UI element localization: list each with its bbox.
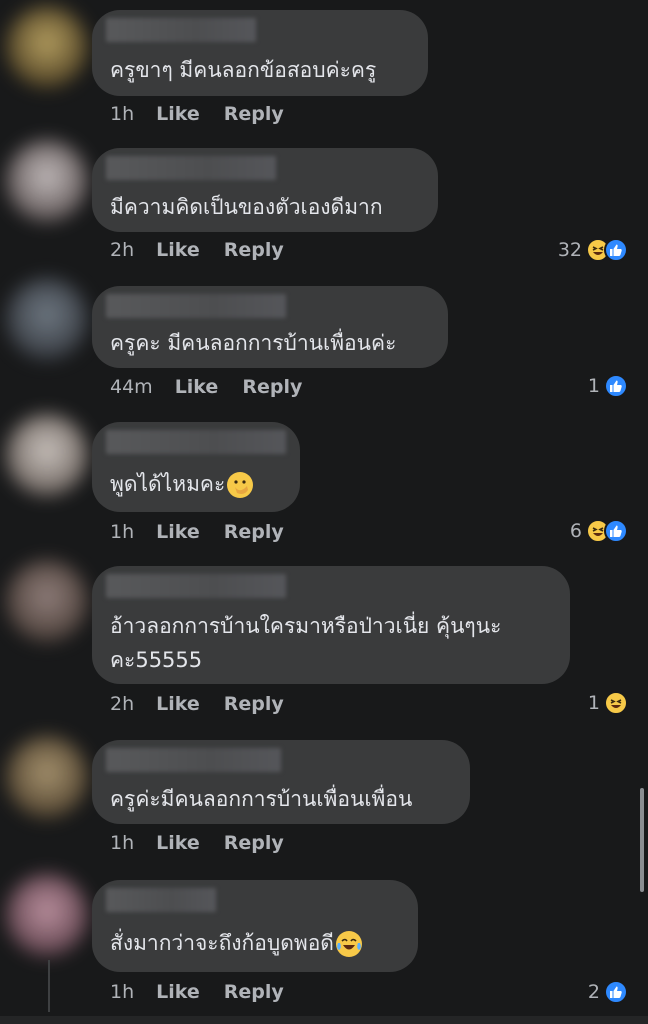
comment-time[interactable]: 1h [110,981,134,1003]
comment-actions: 1h Like Reply [110,99,308,129]
reaction-summary[interactable]: 2 [588,977,628,1007]
reaction-count: 1 [587,375,600,397]
thumbs-up-icon [604,238,628,262]
like-button[interactable]: Like [156,981,200,1003]
commenter-name[interactable] [106,888,216,912]
comment-actions: 1h Like Reply [110,977,308,1007]
avatar[interactable] [6,874,88,956]
face-with-hand-over-mouth-icon [227,472,254,498]
reaction-summary[interactable]: 32 [558,235,628,265]
thumbs-up-icon [604,374,628,398]
comment-time[interactable]: 1h [110,832,134,854]
avatar[interactable] [6,414,88,496]
reply-button[interactable]: Reply [224,521,284,543]
comment-actions: 44m Like Reply [110,372,326,402]
avatar[interactable] [6,736,88,818]
bottom-edge [0,1016,648,1024]
reaction-count: 6 [569,520,582,542]
comment-bubble: มีความคิดเป็นของตัวเองดีมาก [92,148,438,232]
thumbs-up-icon [604,519,628,543]
comment-text: พูดได้ไหมคะ [110,472,226,496]
comment-text: ครูขาๆ มีคนลอกข้อสอบค่ะครู [110,58,377,82]
comment-text-row: พูดได้ไหมคะ [110,468,254,501]
reaction-count: 32 [557,239,582,261]
commenter-name[interactable] [106,574,286,598]
comment-text: ครูค่ะมีคนลอกการบ้านเพื่อนเพื่อน [110,787,413,811]
commenter-name[interactable] [106,748,281,772]
face-with-tears-of-joy-icon [335,931,362,957]
avatar[interactable] [6,6,88,88]
comment-bubble: ครูคะ มีคนลอกการบ้านเพื่อนค่ะ [92,286,448,368]
avatar[interactable] [6,140,88,222]
comment-text-row: สั่งมากว่าจะถึงก้อบูดพอดี [110,927,362,960]
reaction-summary[interactable]: 1 [588,688,628,718]
comment-bubble: พูดได้ไหมคะ [92,422,300,512]
comment-time[interactable]: 2h [110,693,134,715]
commenter-name[interactable] [106,294,286,318]
comment-actions: 2h Like Reply [110,235,308,265]
comment-text: ครูคะ มีคนลอกการบ้านเพื่อนค่ะ [110,331,397,355]
reply-thread-line [48,960,50,1012]
commenter-name[interactable] [106,156,276,180]
reaction-summary[interactable]: 6 [570,516,628,546]
comment-text-line: อ้าวลอกการบ้านใครมาหรือป่าวเนี่ย คุ้นๆนะ [110,614,502,638]
laughing-face-icon [604,691,628,715]
comment-text: มีความคิดเป็นของตัวเองดีมาก [110,195,383,219]
comment-time[interactable]: 1h [110,521,134,543]
avatar[interactable] [6,560,88,642]
reaction-count: 2 [587,981,600,1003]
comment-time[interactable]: 44m [110,376,153,398]
comment-actions: 1h Like Reply [110,517,308,547]
comment-feed: ครูขาๆ มีคนลอกข้อสอบค่ะครู 1h Like Reply… [0,0,648,1024]
like-button[interactable]: Like [156,521,200,543]
comment-text-line: คะ55555 [110,648,203,672]
avatar[interactable] [6,278,88,360]
reply-button[interactable]: Reply [224,981,284,1003]
reaction-summary[interactable]: 1 [588,371,628,401]
comment-bubble: ครูขาๆ มีคนลอกข้อสอบค่ะครู [92,10,428,96]
commenter-name[interactable] [106,430,286,454]
scrollbar[interactable] [640,788,644,892]
comment-bubble: อ้าวลอกการบ้านใครมาหรือป่าวเนี่ย คุ้นๆนะ… [92,566,570,684]
like-button[interactable]: Like [156,103,200,125]
reply-button[interactable]: Reply [224,693,284,715]
reaction-count: 1 [587,692,600,714]
reply-button[interactable]: Reply [224,832,284,854]
comment-text: สั่งมากว่าจะถึงก้อบูดพอดี [110,931,334,955]
reply-button[interactable]: Reply [242,376,302,398]
reply-button[interactable]: Reply [224,239,284,261]
reply-button[interactable]: Reply [224,103,284,125]
like-button[interactable]: Like [175,376,219,398]
like-button[interactable]: Like [156,832,200,854]
like-button[interactable]: Like [156,693,200,715]
comment-time[interactable]: 2h [110,239,134,261]
like-button[interactable]: Like [156,239,200,261]
commenter-name[interactable] [106,18,256,42]
thumbs-up-icon [604,980,628,1004]
comment-actions: 2h Like Reply [110,689,308,719]
comment-actions: 1h Like Reply [110,828,308,858]
comment-bubble: สั่งมากว่าจะถึงก้อบูดพอดี [92,880,418,972]
comment-bubble: ครูค่ะมีคนลอกการบ้านเพื่อนเพื่อน [92,740,470,824]
comment-time[interactable]: 1h [110,103,134,125]
